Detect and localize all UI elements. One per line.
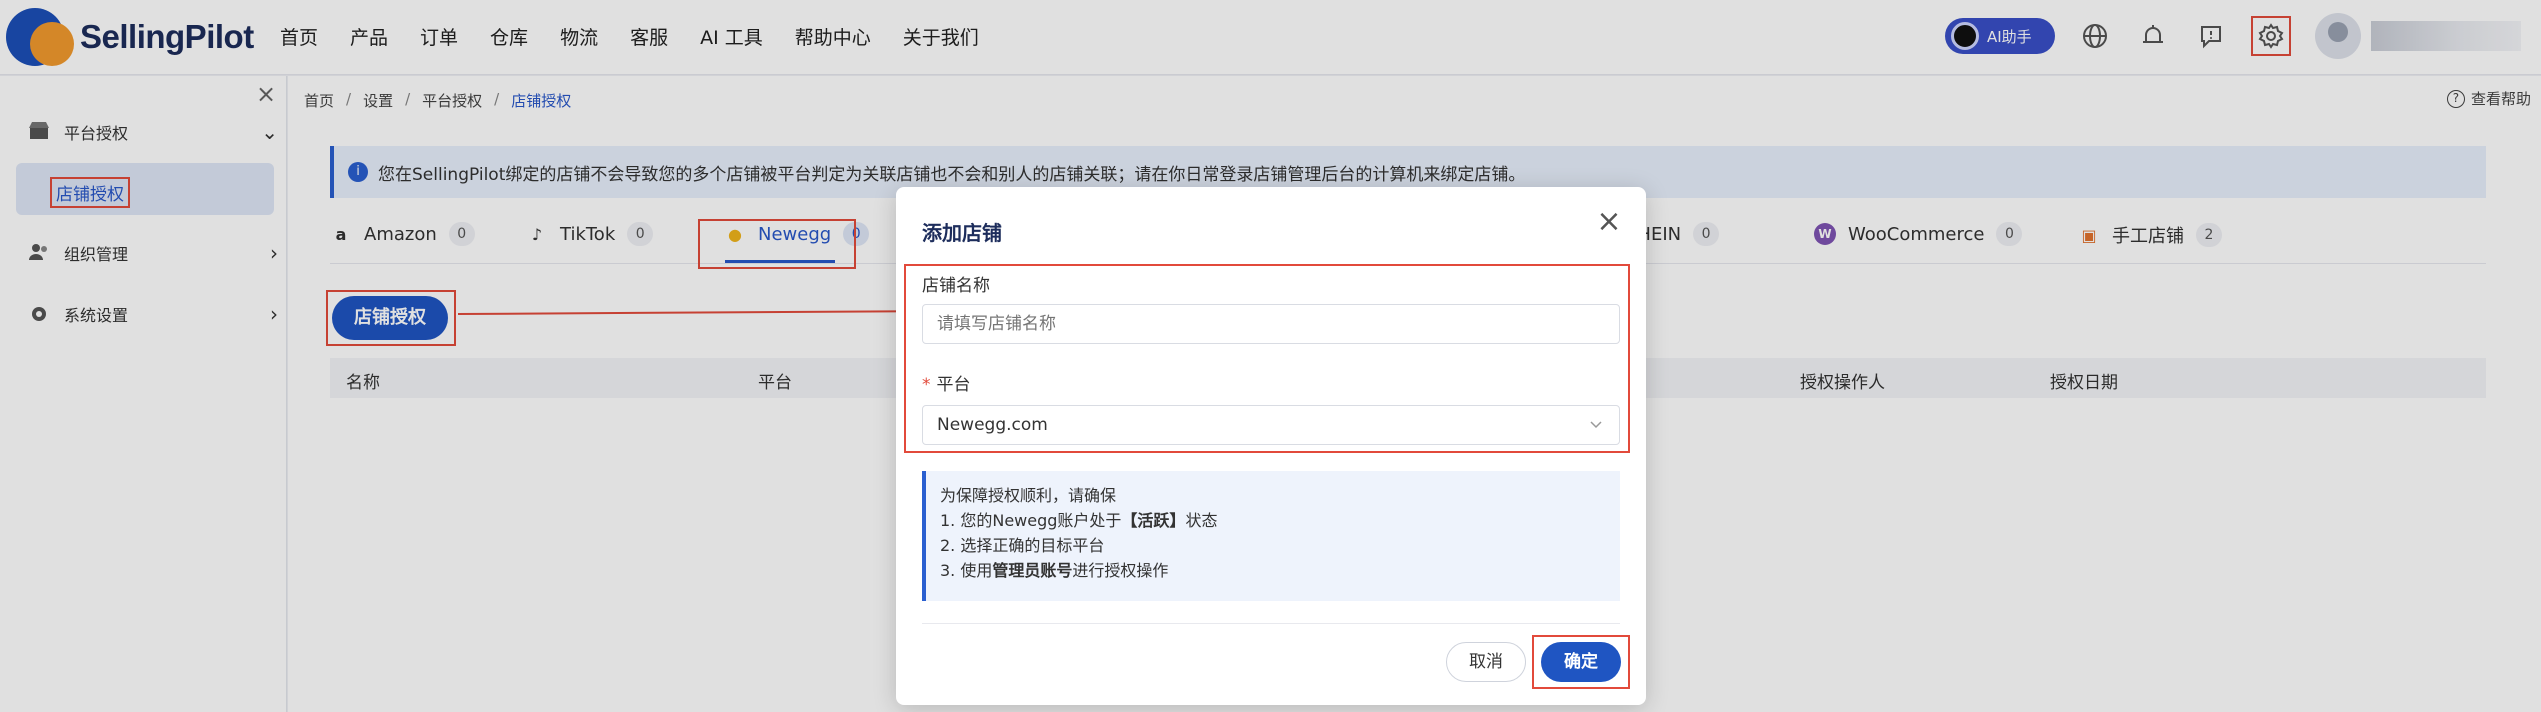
add-store-dialog: 添加店铺 × 店铺名称 *平台 Newegg.com 为保障授权顺利，请确保 1… [896,187,1646,705]
chevron-down-icon [1589,406,1603,459]
required-mark: * [922,375,931,395]
tip-line: 1. 您的Newegg账户处于【活跃】状态 [940,511,1218,530]
highlight-box-confirm [1532,635,1630,689]
tip-line: 3. 使用管理员账号进行授权操作 [940,561,1169,580]
store-name-label: 店铺名称 [922,276,990,296]
platform-label: * 平台 [922,370,971,395]
dialog-title: 添加店铺 [922,221,1002,245]
cancel-button[interactable]: 取消 [1446,642,1526,682]
tip-box: 为保障授权顺利，请确保 1. 您的Newegg账户处于【活跃】状态 2. 选择正… [922,471,1620,601]
dialog-divider [922,623,1620,624]
store-name-input[interactable] [922,304,1620,344]
platform-label-text: 平台 [936,375,971,395]
platform-select-value: Newegg.com [937,415,1048,435]
tip-title: 为保障授权顺利，请确保 [940,486,1117,505]
close-icon[interactable]: × [1594,207,1624,237]
platform-select[interactable]: Newegg.com [922,405,1620,445]
tip-line: 2. 选择正确的目标平台 [940,536,1105,555]
